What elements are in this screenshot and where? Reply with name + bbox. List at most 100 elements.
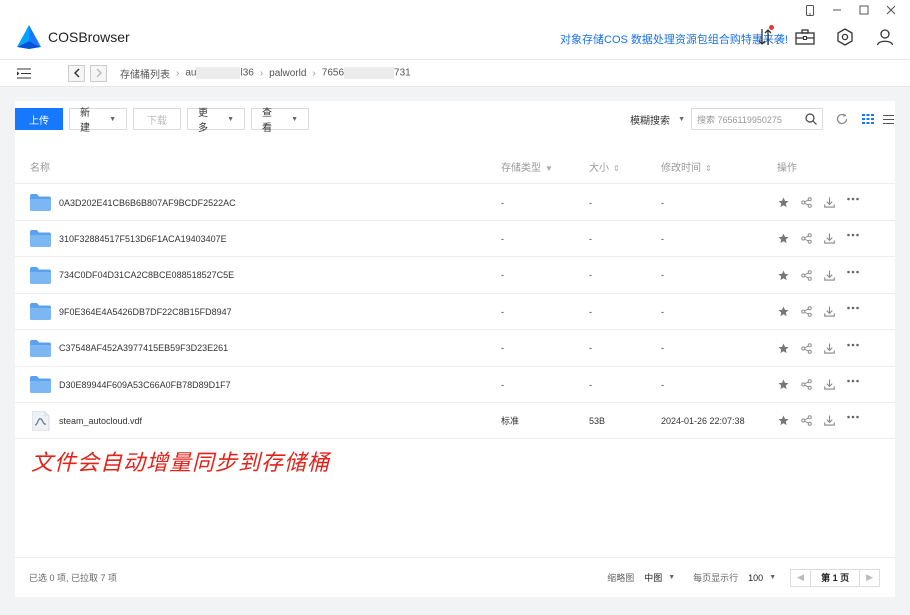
download-icon[interactable] xyxy=(823,343,836,354)
download-icon[interactable] xyxy=(823,270,836,281)
row-name[interactable]: 9F0E364E4A5426DB7DF22C8B15FD8947 xyxy=(59,307,232,317)
download-button[interactable]: 下载 xyxy=(133,108,181,130)
share-icon[interactable] xyxy=(800,197,813,208)
col-size[interactable]: 大小 ⇕ xyxy=(589,159,620,174)
breadcrumb-bucket[interactable]: au l36 xyxy=(185,67,254,79)
search-mode-label: 模糊搜索 xyxy=(630,115,671,127)
close-icon[interactable] xyxy=(877,2,904,18)
grid-view-icon[interactable] xyxy=(861,114,875,124)
download-icon[interactable] xyxy=(823,233,836,245)
more-icon[interactable] xyxy=(846,415,859,426)
row-name-cell[interactable]: D30E89944F609A53C66A0FB78D89D1F7 xyxy=(30,376,231,393)
row-name-cell[interactable]: 734C0DF04D31CA2C8BCE088518527C5E xyxy=(30,266,234,284)
share-icon[interactable] xyxy=(800,379,813,390)
settings-icon[interactable] xyxy=(834,26,856,48)
breadcrumb-folder[interactable]: palworld xyxy=(269,68,306,79)
sort-transfer-icon[interactable] xyxy=(754,25,776,48)
more-button[interactable]: 更多 ▼ xyxy=(187,108,245,134)
row-modified: - xyxy=(661,197,664,208)
toolbox-icon[interactable] xyxy=(794,26,816,48)
table-row[interactable]: 734C0DF04D31CA2C8BCE088518527C5E - - - xyxy=(15,258,895,294)
upload-button[interactable]: 上传 xyxy=(15,108,63,130)
search-mode-select[interactable]: 模糊搜索 ▼ xyxy=(630,112,685,127)
view-button[interactable]: 查看 ▼ xyxy=(251,108,309,134)
share-icon[interactable] xyxy=(800,233,813,245)
row-name[interactable]: 0A3D202E41CB6B6B807AF9BCDF2522AC xyxy=(59,198,236,208)
row-storage-type: - xyxy=(501,197,504,208)
window-controls xyxy=(796,2,904,18)
row-name-cell[interactable]: steam_autocloud.vdf xyxy=(30,410,142,431)
sort-icon[interactable]: ⇕ xyxy=(705,164,712,173)
table-row[interactable]: 310F32884517F513D6F1ACA19403407E - - - xyxy=(15,221,895,258)
row-name[interactable]: steam_autocloud.vdf xyxy=(59,416,142,426)
back-button[interactable] xyxy=(68,64,85,82)
share-icon[interactable] xyxy=(800,415,813,427)
share-icon[interactable] xyxy=(800,270,813,281)
more-label: 更多 xyxy=(198,108,208,134)
star-icon[interactable] xyxy=(777,343,790,354)
mobile-icon[interactable] xyxy=(796,2,823,18)
folder-icon xyxy=(30,339,51,357)
table-row[interactable]: 0A3D202E41CB6B6B807AF9BCDF2522AC - - - xyxy=(15,185,895,221)
maximize-icon[interactable] xyxy=(850,2,877,18)
table-row[interactable]: D30E89944F609A53C66A0FB78D89D1F7 - - - xyxy=(15,367,895,403)
star-icon[interactable] xyxy=(777,233,790,244)
col-storage-label: 存储类型 xyxy=(501,162,541,174)
row-name-cell[interactable]: 9F0E364E4A5426DB7DF22C8B15FD8947 xyxy=(30,303,232,321)
sidebar-toggle-icon[interactable] xyxy=(0,68,48,79)
forward-button[interactable] xyxy=(90,64,107,82)
next-page-button[interactable]: ▶ xyxy=(860,570,879,586)
star-icon[interactable] xyxy=(777,379,790,390)
col-storage-type[interactable]: 存储类型 ▼ xyxy=(501,159,553,174)
more-icon[interactable] xyxy=(846,306,859,317)
prev-page-button[interactable]: ◀ xyxy=(791,570,810,586)
star-icon[interactable] xyxy=(777,306,790,317)
caret-down-icon: ▼ xyxy=(769,574,777,581)
star-icon[interactable] xyxy=(777,415,790,426)
row-name[interactable]: 734C0DF04D31CA2C8BCE088518527C5E xyxy=(59,270,234,280)
sort-icon[interactable]: ⇕ xyxy=(613,164,620,173)
row-name[interactable]: 310F32884517F513D6F1ACA19403407E xyxy=(59,234,227,244)
col-modified[interactable]: 修改时间 ⇕ xyxy=(661,159,712,174)
share-icon[interactable] xyxy=(800,342,813,354)
more-icon[interactable] xyxy=(846,343,859,354)
star-icon[interactable] xyxy=(777,197,790,208)
share-icon[interactable] xyxy=(800,306,813,317)
download-icon[interactable] xyxy=(823,415,836,427)
more-icon[interactable] xyxy=(846,379,859,390)
filter-icon[interactable]: ▼ xyxy=(545,164,553,173)
search-input[interactable]: 搜索 7656119950275 xyxy=(691,108,823,130)
more-icon[interactable] xyxy=(846,233,859,244)
row-name-cell[interactable]: C37548AF452A3977415EB59F3D23E261 xyxy=(30,339,228,357)
row-name-cell[interactable]: 0A3D202E41CB6B6B807AF9BCDF2522AC xyxy=(30,194,236,211)
caret-down-icon: ▼ xyxy=(678,115,685,123)
per-page-select[interactable]: 100 ▼ xyxy=(748,573,776,583)
more-icon[interactable] xyxy=(846,270,859,281)
table-row[interactable]: C37548AF452A3977415EB59F3D23E261 - - - xyxy=(15,331,895,367)
search-icon[interactable] xyxy=(805,113,817,125)
row-storage-type: 标准 xyxy=(501,416,520,427)
minimize-icon[interactable] xyxy=(823,2,850,18)
row-modified: - xyxy=(661,343,664,354)
table-row[interactable]: 9F0E364E4A5426DB7DF22C8B15FD8947 - - - xyxy=(15,294,895,331)
more-icon[interactable] xyxy=(846,197,859,208)
row-name-cell[interactable]: 310F32884517F513D6F1ACA19403407E xyxy=(30,230,227,248)
star-icon[interactable] xyxy=(777,270,790,281)
new-button[interactable]: 新建 ▼ xyxy=(69,108,127,134)
download-icon[interactable] xyxy=(823,306,836,317)
thumb-size-select[interactable]: 中图 ▼ xyxy=(644,571,675,584)
list-view-icon[interactable] xyxy=(881,114,895,124)
table-row[interactable]: steam_autocloud.vdf 标准 53B 2024-01-26 22:07… xyxy=(15,403,895,440)
col-name[interactable]: 名称 xyxy=(30,159,50,174)
app-logo: COSBrowser xyxy=(16,24,130,50)
row-storage-type: - xyxy=(501,379,504,390)
download-icon[interactable] xyxy=(823,197,836,208)
refresh-icon[interactable] xyxy=(831,113,853,125)
row-name[interactable]: C37548AF452A3977415EB59F3D23E261 xyxy=(59,343,228,353)
toolbar: 上传 新建 ▼ 下载 更多 ▼ 查看 ▼ xyxy=(15,108,309,134)
row-name[interactable]: D30E89944F609A53C66A0FB78D89D1F7 xyxy=(59,380,231,390)
user-icon[interactable] xyxy=(874,26,896,48)
breadcrumb-bucket-list[interactable]: 存储桶列表 xyxy=(120,66,170,81)
download-icon[interactable] xyxy=(823,379,836,390)
redacted-block xyxy=(344,67,395,79)
